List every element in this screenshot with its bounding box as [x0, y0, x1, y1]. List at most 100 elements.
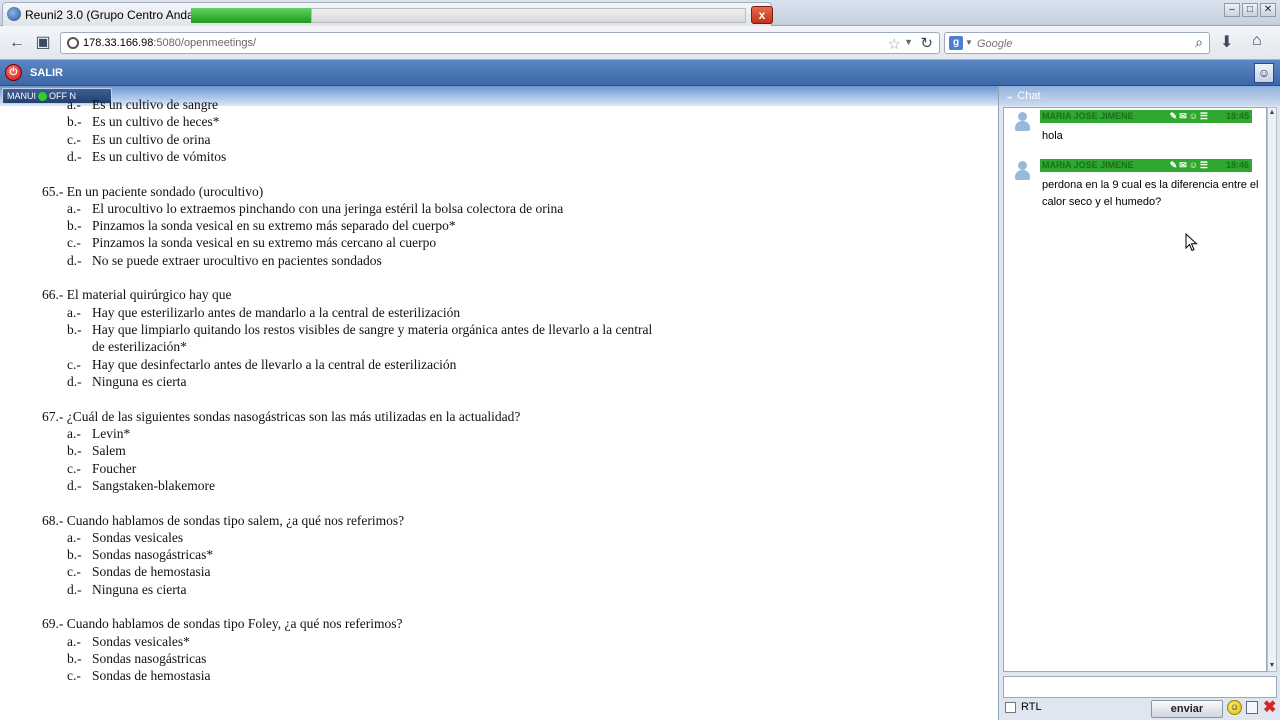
user-icon[interactable]: ☺: [1254, 63, 1274, 83]
option-label: b.-: [67, 114, 82, 130]
search-icon[interactable]: ⌕: [1195, 34, 1203, 51]
question-block: 67.- ¿Cuál de las siguientes sondas naso…: [42, 408, 942, 494]
tab-close-button[interactable]: x: [751, 6, 773, 24]
scroll-up-icon[interactable]: ▲: [1268, 108, 1276, 118]
answer-option: a.- Sondas vesicales: [42, 529, 942, 546]
option-label: c.-: [67, 460, 81, 476]
option-label: b.-: [67, 322, 82, 338]
question-block-partial: a.- Es un cultivo de sangre b.- Es un culti…: [42, 96, 942, 165]
message-time: 18:45: [1225, 111, 1249, 121]
rtl-checkbox[interactable]: [1005, 702, 1016, 713]
star-icon[interactable]: ☆: [888, 35, 901, 53]
avatar-icon: [1014, 112, 1030, 132]
chat-header-label: Chat: [1017, 90, 1041, 102]
user-action-icons[interactable]: ✎✉☺☰: [1170, 159, 1210, 172]
app-toolbar: ⏻ SALIR ☺: [0, 60, 1280, 86]
answer-option: b.- Sondas nasogástricas: [42, 650, 942, 667]
tab-title: Reuni2 3.0 (Grupo Centro Andaluz: [25, 8, 195, 22]
question-title: 69.- Cuando hablamos de sondas tipo Fole…: [42, 616, 403, 632]
chevron-down-icon[interactable]: ▼: [904, 37, 913, 47]
answer-option: a.- Sondas vesicales*: [42, 633, 942, 650]
option-label: d.-: [67, 581, 82, 597]
chat-message: MARIA JOSE JIMENE ✎✉☺☰ 18:46 perdona en la …: [1004, 157, 1266, 227]
option-text: Sondas nasogástricas*: [92, 547, 214, 563]
message-time: 18:46: [1225, 160, 1249, 170]
scroll-down-icon[interactable]: ▼: [1268, 661, 1276, 671]
answer-option: b.- Es un cultivo de heces*: [42, 113, 942, 130]
option-text: Pinzamos la sonda vesical en su extremo …: [92, 235, 437, 251]
option-label: d.-: [67, 477, 82, 493]
chevron-down-icon[interactable]: ▼: [965, 38, 973, 47]
answer-option: c.- Pinzamos la sonda vesical en su extre…: [42, 234, 942, 251]
question-document: a.- Es un cultivo de sangre b.- Es un culti…: [42, 96, 942, 702]
send-button[interactable]: enviar: [1151, 700, 1223, 718]
chat-message: MARIA JOSE JIMENE ✎✉☺☰ 18:45 hola: [1004, 108, 1266, 157]
option-label: d.-: [67, 373, 82, 389]
answer-option: c.- Foucher: [42, 460, 942, 477]
chat-scrollbar[interactable]: ▲ ▼: [1267, 107, 1277, 672]
option-text: Ninguna es cierta: [92, 581, 187, 597]
google-icon[interactable]: g: [949, 36, 963, 50]
browser-navbar: ← ▣ 178.33.166.98:5080/openmeetings/ ☆ ▼…: [0, 26, 1280, 60]
clear-icon[interactable]: ✖: [1263, 697, 1276, 717]
whiteboard-document: MANUI OFF N a.- Es un cultivo de sangre b.-…: [0, 86, 998, 720]
bookmark-folder-icon[interactable]: ▣: [32, 32, 54, 54]
answer-option: d.- Sangstaken-blakemore: [42, 477, 942, 494]
home-icon[interactable]: ⌂: [1252, 32, 1262, 50]
rtl-label: RTL: [1021, 701, 1042, 713]
option-label: d.-: [67, 252, 82, 268]
option-label: b.-: [67, 650, 82, 666]
option-label: a.-: [67, 425, 81, 441]
option-text: Foucher: [92, 460, 137, 476]
answer-option: a.- Hay que esterilizarlo antes de mandar…: [42, 304, 942, 321]
search-bar[interactable]: g ▼ ⌕: [944, 32, 1210, 54]
power-icon[interactable]: ⏻: [5, 64, 22, 81]
tab-progress-track: [311, 8, 746, 23]
chat-message-list: MARIA JOSE JIMENE ✎✉☺☰ 18:45 hola MARIA JOSE…: [1003, 107, 1267, 672]
option-label: a.-: [67, 529, 81, 545]
reload-icon[interactable]: ↻: [920, 34, 933, 52]
question-title: 66.- El material quirúrgico hay que: [42, 287, 232, 303]
answer-option: c.- Sondas de hemostasia: [42, 563, 942, 580]
mini-tab-label: MANUI: [7, 91, 36, 101]
copy-icon[interactable]: [1246, 701, 1258, 714]
message-user-bar[interactable]: MARIA JOSE JIMENE ✎✉☺☰ 18:45: [1040, 110, 1252, 123]
answer-option: d.- Es un cultivo de vómitos: [42, 148, 942, 165]
option-text: Sondas de hemostasia: [92, 668, 211, 684]
chat-panel: ⌄ Chat MARIA JOSE JIMENE ✎✉☺☰ 18:45 hola MAR…: [998, 86, 1280, 720]
emoji-icon[interactable]: ☺: [1227, 700, 1242, 715]
mouse-cursor-icon: [1185, 233, 1198, 252]
close-window-button[interactable]: ✕: [1260, 3, 1276, 17]
message-text: perdona en la 9 cual es la diferencia en…: [1042, 179, 1259, 208]
minimize-button[interactable]: –: [1224, 3, 1240, 17]
download-icon[interactable]: ⬇: [1220, 32, 1233, 52]
message-user: MARIA JOSE JIMENE: [1042, 160, 1134, 170]
option-text: Sondas nasogástricas: [92, 650, 207, 666]
user-action-icons[interactable]: ✎✉☺☰: [1170, 110, 1210, 123]
option-label: b.-: [67, 218, 82, 234]
option-text: Salem: [92, 443, 126, 459]
chat-header[interactable]: ⌄ Chat: [999, 86, 1280, 106]
maximize-button[interactable]: □: [1242, 3, 1258, 17]
option-text: Sondas vesicales: [92, 529, 184, 545]
search-input[interactable]: [977, 36, 1177, 51]
message-user-bar[interactable]: MARIA JOSE JIMENE ✎✉☺☰ 18:46: [1040, 159, 1252, 172]
option-text: Ninguna es cierta: [92, 373, 187, 389]
address-bar[interactable]: 178.33.166.98:5080/openmeetings/ ☆ ▼ ↻: [60, 32, 940, 54]
option-label: c.-: [67, 131, 81, 147]
answer-option: b.- Sondas nasogástricas*: [42, 546, 942, 563]
option-text: Hay que esterilizarlo antes de mandarlo …: [92, 304, 461, 320]
option-text: No se puede extraer urocultivo en pacien…: [92, 252, 382, 268]
exit-button[interactable]: SALIR: [30, 67, 63, 79]
option-text: Pinzamos la sonda vesical en su extremo …: [92, 218, 456, 234]
option-label: d.-: [67, 148, 82, 164]
option-text: Es un cultivo de sangre: [92, 97, 218, 112]
avatar-icon: [1014, 161, 1030, 181]
back-arrow-icon[interactable]: ←: [6, 32, 28, 54]
question-title: 65.- En un paciente sondado (urocultivo): [42, 183, 264, 199]
option-text: Sondas vesicales*: [92, 633, 190, 649]
question-block: 69.- Cuando hablamos de sondas tipo Fole…: [42, 615, 942, 684]
option-label: a.-: [67, 304, 81, 320]
chat-input[interactable]: [1003, 676, 1277, 698]
browser-tab[interactable]: Reuni2 3.0 (Grupo Centro Andaluz x: [2, 2, 773, 26]
